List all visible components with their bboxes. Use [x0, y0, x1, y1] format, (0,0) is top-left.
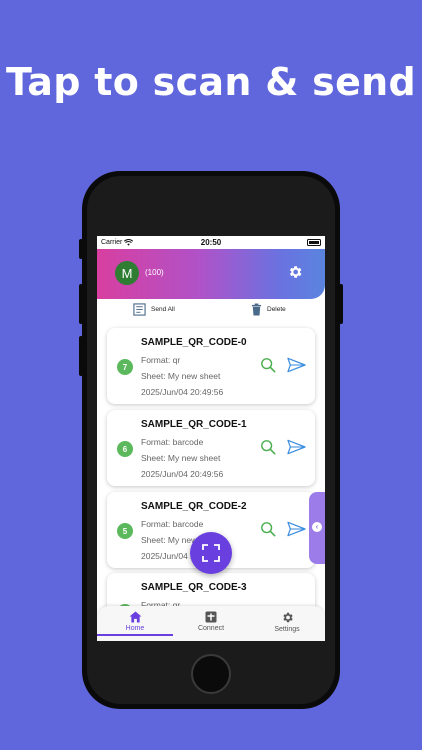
search-icon[interactable] — [260, 357, 276, 373]
record-title: SAMPLE_QR_CODE-1 — [141, 419, 247, 430]
action-toolbar: Send All Delete — [97, 299, 325, 321]
battery-icon — [307, 239, 321, 246]
record-title: SAMPLE_QR_CODE-2 — [141, 501, 247, 512]
tab-home-label: Home — [125, 625, 145, 632]
trash-icon — [251, 303, 262, 316]
record-format: Format: qr — [141, 355, 181, 365]
tab-connect-label: Connect — [197, 625, 225, 632]
tab-settings-label: Settings — [274, 626, 300, 633]
record-card[interactable]: 6 SAMPLE_QR_CODE-1 Format: barcode Sheet… — [107, 410, 315, 486]
power-button — [339, 284, 343, 324]
home-icon — [129, 611, 141, 623]
connect-icon — [205, 611, 217, 623]
avatar[interactable]: M — [115, 261, 139, 285]
send-all-label: Send All — [151, 306, 175, 313]
volume-up-button — [79, 284, 83, 324]
record-index-badge: 7 — [117, 359, 133, 375]
app-header: M (100) — [97, 249, 325, 299]
tab-settings[interactable]: Settings — [249, 611, 325, 633]
headline: Tap to scan & send — [5, 60, 417, 104]
record-title: SAMPLE_QR_CODE-3 — [141, 582, 247, 593]
record-format: Format: barcode — [141, 519, 204, 529]
side-drawer-handle[interactable]: ‹ — [309, 492, 325, 564]
send-icon[interactable] — [287, 357, 306, 373]
bottom-tab-bar: Home Connect Settings — [97, 606, 325, 641]
app-screen: Carrier 20:50 M (100) Send All Delete 7 … — [97, 236, 325, 641]
home-button[interactable] — [191, 654, 231, 694]
active-tab-indicator — [97, 634, 173, 636]
search-icon[interactable] — [260, 521, 276, 537]
record-sheet: Sheet: My new sheet — [141, 371, 221, 381]
status-bar: Carrier 20:50 — [97, 236, 325, 249]
send-icon[interactable] — [287, 439, 306, 455]
record-title: SAMPLE_QR_CODE-0 — [141, 337, 247, 348]
record-sheet: Sheet: My new — [141, 535, 198, 545]
record-card[interactable]: 7 SAMPLE_QR_CODE-0 Format: qr Sheet: My … — [107, 328, 315, 404]
scan-icon — [202, 544, 220, 562]
mute-switch — [79, 239, 83, 259]
record-date: 2025/Jun/04 20:49:56 — [141, 469, 224, 479]
record-index-badge: 5 — [117, 523, 133, 539]
settings-gear-icon[interactable] — [287, 264, 303, 280]
scan-button[interactable] — [190, 532, 232, 574]
volume-down-button — [79, 336, 83, 376]
clock: 20:50 — [200, 238, 222, 247]
points-count: (100) — [145, 268, 164, 277]
record-index-badge: 6 — [117, 441, 133, 457]
record-date: 2025/Jun/04 20:49:56 — [141, 387, 224, 397]
send-all-button[interactable]: Send All — [133, 303, 175, 316]
gear-icon — [282, 612, 293, 623]
search-icon[interactable] — [260, 439, 276, 455]
send-icon[interactable] — [287, 521, 306, 537]
record-format: Format: barcode — [141, 437, 204, 447]
record-sheet: Sheet: My new sheet — [141, 453, 221, 463]
delete-button[interactable]: Delete — [251, 303, 286, 316]
chevron-left-icon: ‹ — [312, 522, 322, 532]
delete-label: Delete — [267, 306, 286, 313]
tab-home[interactable]: Home — [97, 611, 173, 632]
tab-connect[interactable]: Connect — [173, 611, 249, 632]
send-all-icon — [133, 303, 146, 316]
